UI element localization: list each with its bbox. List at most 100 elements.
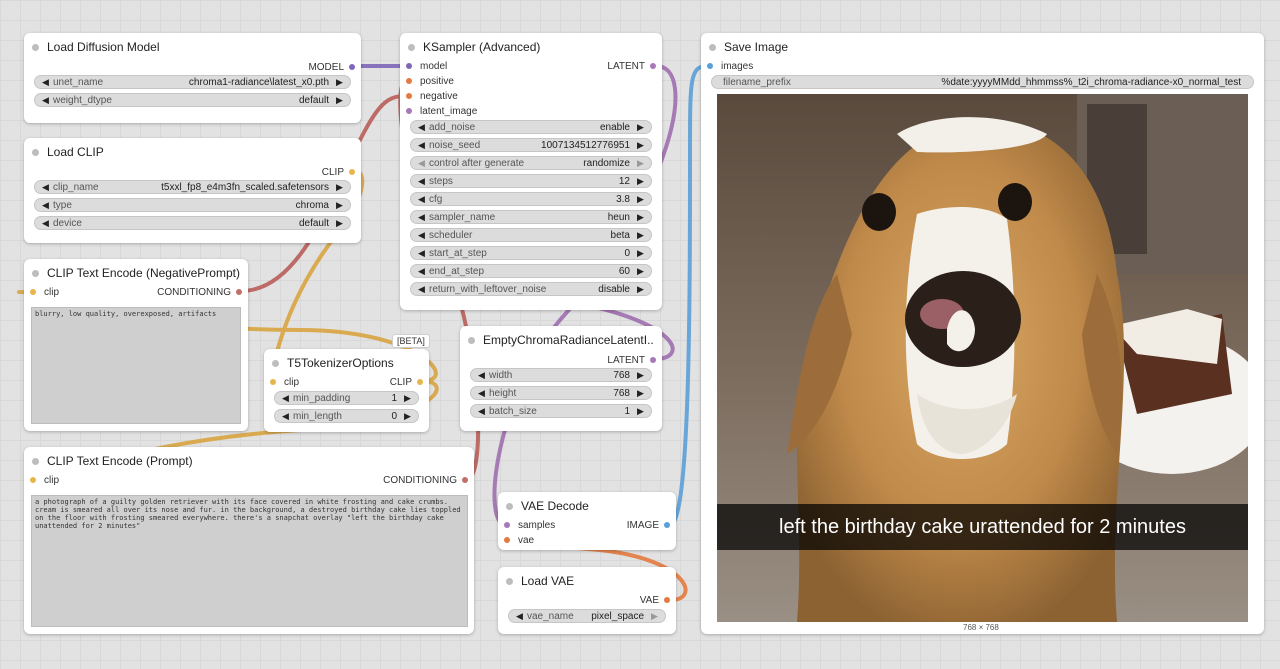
right-arrow-icon[interactable]: ▶ <box>335 77 344 88</box>
image-slot-dot-icon[interactable] <box>664 522 670 528</box>
left-arrow-icon[interactable]: ◀ <box>417 140 426 151</box>
clip-slot-dot-icon[interactable] <box>30 289 36 295</box>
vae-decode-node[interactable]: VAE Decode samples IMAGE vae <box>498 492 676 550</box>
collapse-dot-icon[interactable] <box>32 269 39 277</box>
left-arrow-icon[interactable]: ◀ <box>515 611 524 622</box>
model-slot-dot-icon[interactable] <box>349 64 355 70</box>
latent-output-slot[interactable]: LATENT <box>607 59 656 73</box>
filename-prefix-widget[interactable]: filename_prefix %date:yyyyMMdd_hhmmss%_t… <box>711 75 1254 89</box>
vae-input-slot[interactable]: vae <box>504 533 534 547</box>
right-arrow-icon[interactable]: ▶ <box>636 122 645 133</box>
conditioning-slot-dot-icon[interactable] <box>406 78 412 84</box>
collapse-dot-icon[interactable] <box>32 148 39 156</box>
right-arrow-icon[interactable]: ▶ <box>335 200 344 211</box>
node-header[interactable]: T5TokenizerOptions <box>264 351 429 375</box>
left-arrow-icon[interactable]: ◀ <box>417 176 426 187</box>
clip-slot-dot-icon[interactable] <box>270 379 276 385</box>
noise-seed-widget[interactable]: ◀ noise_seed 1007134512776951 ▶ <box>410 138 652 152</box>
unet-name-widget[interactable]: ◀ unet_name chroma1-radiance\latest_x0.p… <box>34 75 351 89</box>
min-padding-widget[interactable]: ◀ min_padding 1 ▶ <box>274 391 419 405</box>
right-arrow-icon[interactable]: ▶ <box>636 248 645 259</box>
model-output-slot[interactable]: MODEL <box>308 60 355 74</box>
right-arrow-icon[interactable]: ▶ <box>335 95 344 106</box>
left-arrow-icon[interactable]: ◀ <box>281 393 290 404</box>
collapse-dot-icon[interactable] <box>506 577 513 585</box>
left-arrow-icon[interactable]: ◀ <box>477 388 486 399</box>
clip-slot-dot-icon[interactable] <box>30 477 36 483</box>
clip-input-slot[interactable]: clip <box>30 473 59 487</box>
load-diffusion-model-node[interactable]: Load Diffusion Model MODEL ◀ unet_name c… <box>24 33 361 123</box>
left-arrow-icon[interactable]: ◀ <box>417 248 426 259</box>
sampler-name-widget[interactable]: ◀ sampler_name heun ▶ <box>410 210 652 224</box>
right-arrow-icon[interactable]: ▶ <box>636 388 645 399</box>
clip-input-slot[interactable]: clip <box>270 375 299 389</box>
left-arrow-icon[interactable]: ◀ <box>417 266 426 277</box>
latent-image-input-slot[interactable]: latent_image <box>406 104 477 118</box>
collapse-dot-icon[interactable] <box>709 43 716 51</box>
prompt-textarea[interactable]: a photograph of a guilty golden retrieve… <box>31 495 468 627</box>
right-arrow-icon[interactable]: ▶ <box>335 182 344 193</box>
clip-output-slot[interactable]: CLIP <box>390 375 423 389</box>
clip-slot-dot-icon[interactable] <box>349 169 355 175</box>
right-arrow-icon[interactable]: ▶ <box>650 611 659 622</box>
width-widget[interactable]: ◀ width 768 ▶ <box>470 368 652 382</box>
node-header[interactable]: VAE Decode <box>498 494 676 518</box>
negative-input-slot[interactable]: negative <box>406 89 458 103</box>
right-arrow-icon[interactable]: ▶ <box>636 406 645 417</box>
left-arrow-icon[interactable]: ◀ <box>417 230 426 241</box>
start-at-step-widget[interactable]: ◀ start_at_step 0 ▶ <box>410 246 652 260</box>
node-header[interactable]: KSampler (Advanced) <box>400 35 662 59</box>
clip-text-encode-prompt-node[interactable]: CLIP Text Encode (Prompt) clip CONDITION… <box>24 447 474 634</box>
model-slot-dot-icon[interactable] <box>406 63 412 69</box>
right-arrow-icon[interactable]: ▶ <box>636 284 645 295</box>
load-vae-node[interactable]: Load VAE VAE ◀ vae_name pixel_space ▶ <box>498 567 676 634</box>
right-arrow-icon[interactable]: ▶ <box>636 158 645 169</box>
left-arrow-icon[interactable]: ◀ <box>281 411 290 422</box>
end-at-step-widget[interactable]: ◀ end_at_step 60 ▶ <box>410 264 652 278</box>
ksampler-advanced-node[interactable]: KSampler (Advanced) model LATENT positiv… <box>400 33 662 310</box>
right-arrow-icon[interactable]: ▶ <box>636 176 645 187</box>
clip-name-widget[interactable]: ◀ clip_name t5xxl_fp8_e4m3fn_scaled.safe… <box>34 180 351 194</box>
left-arrow-icon[interactable]: ◀ <box>41 95 50 106</box>
right-arrow-icon[interactable]: ▶ <box>403 393 412 404</box>
steps-widget[interactable]: ◀ steps 12 ▶ <box>410 174 652 188</box>
right-arrow-icon[interactable]: ▶ <box>636 140 645 151</box>
node-header[interactable]: Load Diffusion Model <box>24 35 361 59</box>
node-header[interactable]: Load VAE <box>498 569 676 593</box>
left-arrow-icon[interactable]: ◀ <box>477 370 486 381</box>
model-input-slot[interactable]: model <box>406 59 447 73</box>
clip-slot-dot-icon[interactable] <box>417 379 423 385</box>
t5-tokenizer-options-node[interactable]: T5TokenizerOptions clip CLIP ◀ min_paddi… <box>264 349 429 432</box>
right-arrow-icon[interactable]: ▶ <box>403 411 412 422</box>
right-arrow-icon[interactable]: ▶ <box>636 266 645 277</box>
collapse-dot-icon[interactable] <box>32 43 39 51</box>
image-preview[interactable]: left the birthday cake urattended for 2 … <box>717 94 1248 622</box>
latent-slot-dot-icon[interactable] <box>650 63 656 69</box>
right-arrow-icon[interactable]: ▶ <box>636 212 645 223</box>
return-with-leftover-noise-widget[interactable]: ◀ return_with_leftover_noise disable ▶ <box>410 282 652 296</box>
left-arrow-icon[interactable]: ◀ <box>41 200 50 211</box>
left-arrow-icon[interactable]: ◀ <box>477 406 486 417</box>
images-input-slot[interactable]: images <box>707 59 753 73</box>
clip-text-encode-negative-node[interactable]: CLIP Text Encode (NegativePrompt) clip C… <box>24 259 248 431</box>
positive-input-slot[interactable]: positive <box>406 74 454 88</box>
samples-input-slot[interactable]: samples <box>504 518 555 532</box>
left-arrow-icon[interactable]: ◀ <box>41 77 50 88</box>
right-arrow-icon[interactable]: ▶ <box>335 218 344 229</box>
left-arrow-icon[interactable]: ◀ <box>417 284 426 295</box>
batch-size-widget[interactable]: ◀ batch_size 1 ▶ <box>470 404 652 418</box>
image-output-slot[interactable]: IMAGE <box>627 518 670 532</box>
conditioning-slot-dot-icon[interactable] <box>462 477 468 483</box>
left-arrow-icon[interactable]: ◀ <box>417 212 426 223</box>
right-arrow-icon[interactable]: ▶ <box>636 230 645 241</box>
conditioning-slot-dot-icon[interactable] <box>236 289 242 295</box>
collapse-dot-icon[interactable] <box>468 336 475 344</box>
conditioning-slot-dot-icon[interactable] <box>406 93 412 99</box>
clip-output-slot[interactable]: CLIP <box>322 165 355 179</box>
device-widget[interactable]: ◀ device default ▶ <box>34 216 351 230</box>
image-slot-dot-icon[interactable] <box>707 63 713 69</box>
node-header[interactable]: Load CLIP <box>24 140 361 164</box>
negative-prompt-textarea[interactable]: blurry, low quality, overexposed, artifa… <box>31 307 241 424</box>
right-arrow-icon[interactable]: ▶ <box>636 194 645 205</box>
latent-output-slot[interactable]: LATENT <box>607 353 656 367</box>
